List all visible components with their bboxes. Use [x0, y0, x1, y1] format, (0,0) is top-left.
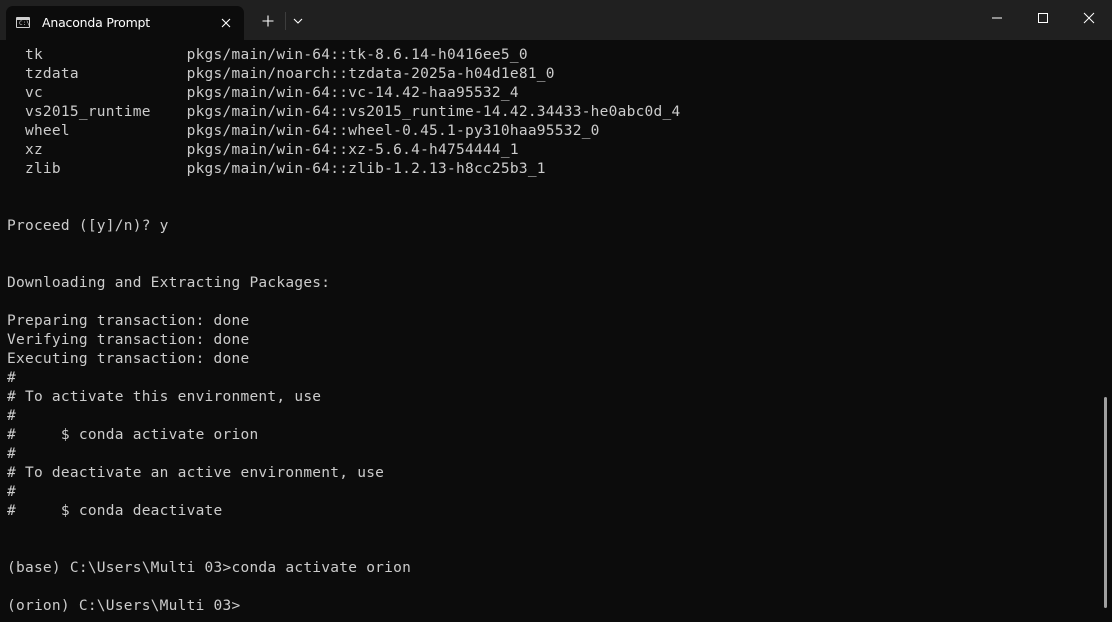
new-tab-button[interactable]	[256, 10, 280, 32]
tab-close-button[interactable]	[216, 14, 236, 32]
terminal-window: C:\ Anaconda Prompt tk pkgs/main/win-64:…	[0, 0, 1112, 622]
terminal-output[interactable]: tk pkgs/main/win-64::tk-8.6.14-h0416ee5_…	[7, 46, 1097, 622]
minimize-icon	[992, 17, 1002, 19]
tab-title: Anaconda Prompt	[42, 15, 150, 30]
terminal-line: vc pkgs/main/win-64::vc-14.42-haa95532_4	[7, 85, 519, 101]
terminal-line: # $ conda deactivate	[7, 503, 223, 519]
terminal-line: xz pkgs/main/win-64::xz-5.6.4-h4754444_1	[7, 142, 519, 158]
terminal-line: Verifying transaction: done	[7, 332, 250, 348]
terminal-line: #	[7, 370, 16, 386]
terminal-line: wheel pkgs/main/win-64::wheel-0.45.1-py3…	[7, 123, 600, 139]
terminal-line: #	[7, 484, 16, 500]
terminal-line: #	[7, 446, 16, 462]
terminal-line: zlib pkgs/main/win-64::zlib-1.2.13-h8cc2…	[7, 161, 546, 177]
terminal-line: # To deactivate an active environment, u…	[7, 465, 385, 481]
terminal-line: # $ conda activate orion	[7, 427, 259, 443]
close-icon	[221, 18, 231, 28]
title-bar: C:\ Anaconda Prompt	[0, 0, 1112, 40]
terminal-line: Downloading and Extracting Packages:	[7, 275, 331, 291]
terminal-line: Proceed ([y]/n)? y	[7, 218, 169, 234]
close-window-button[interactable]	[1066, 0, 1112, 36]
terminal-line: #	[7, 408, 16, 424]
terminal-icon: C:\	[16, 17, 30, 28]
tab-separator	[285, 12, 286, 30]
terminal-line: (base) C:\Users\Multi 03>conda activate …	[7, 560, 412, 576]
tab-anaconda-prompt[interactable]: C:\ Anaconda Prompt	[6, 6, 244, 40]
maximize-icon	[1038, 13, 1048, 23]
maximize-button[interactable]	[1020, 0, 1066, 36]
chevron-down-icon	[293, 18, 303, 24]
plus-icon	[262, 15, 274, 27]
terminal-line: Executing transaction: done	[7, 351, 250, 367]
terminal-line: # To activate this environment, use	[7, 389, 322, 405]
terminal-line: tk pkgs/main/win-64::tk-8.6.14-h0416ee5_…	[7, 47, 528, 63]
tab-dropdown-button[interactable]	[288, 10, 308, 32]
terminal-line: vs2015_runtime pkgs/main/win-64::vs2015_…	[7, 104, 681, 120]
minimize-button[interactable]	[974, 0, 1020, 36]
terminal-line: (orion) C:\Users\Multi 03>	[7, 598, 241, 614]
terminal-line: tzdata pkgs/main/noarch::tzdata-2025a-h0…	[7, 66, 555, 82]
terminal-line: Preparing transaction: done	[7, 313, 250, 329]
scrollbar[interactable]	[1100, 40, 1112, 622]
close-icon	[1083, 12, 1095, 24]
scrollbar-thumb[interactable]	[1104, 397, 1107, 608]
